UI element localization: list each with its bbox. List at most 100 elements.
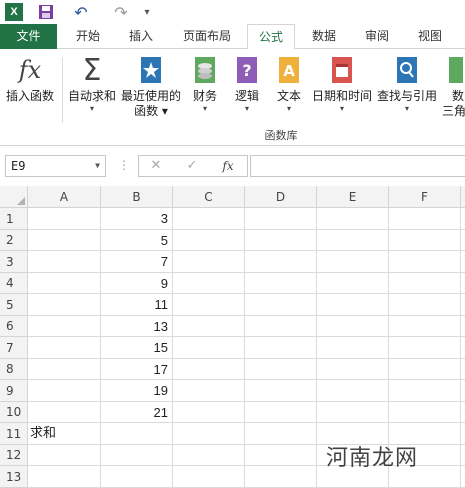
cell-a8[interactable]: [28, 359, 101, 380]
insert-function-icon[interactable]: fx: [215, 157, 241, 175]
cell-d5[interactable]: [245, 294, 317, 316]
cell-b1[interactable]: 3: [101, 208, 173, 230]
select-all-button[interactable]: [0, 186, 28, 208]
column-header-b[interactable]: B: [101, 186, 173, 208]
cell-a3[interactable]: [28, 251, 101, 273]
autosum-button[interactable]: Σ 自动求和 ▾: [66, 53, 118, 131]
cell-g3[interactable]: [461, 251, 465, 273]
math-trig-button[interactable]: 数 三角: [440, 55, 465, 131]
cell-c3[interactable]: [173, 251, 245, 273]
row-header[interactable]: 6: [0, 316, 28, 337]
row-header[interactable]: 13: [0, 466, 28, 488]
cell-e10[interactable]: [317, 402, 389, 423]
cell-g4[interactable]: [461, 273, 465, 294]
cell-c9[interactable]: [173, 380, 245, 402]
cell-a12[interactable]: [28, 445, 101, 466]
cell-f9[interactable]: [389, 380, 461, 402]
cell-c5[interactable]: [173, 294, 245, 316]
cell-b8[interactable]: 17: [101, 359, 173, 380]
cell-f2[interactable]: [389, 230, 461, 251]
cell-d10[interactable]: [245, 402, 317, 423]
cell-b3[interactable]: 7: [101, 251, 173, 273]
cell-f5[interactable]: [389, 294, 461, 316]
row-header[interactable]: 11: [0, 423, 28, 445]
cell-a11[interactable]: 求和: [28, 423, 101, 445]
logical-button[interactable]: ? 逻辑 ▾: [230, 55, 264, 131]
cell-e9[interactable]: [317, 380, 389, 402]
redo-icon[interactable]: ↷: [106, 2, 136, 22]
cell-a6[interactable]: [28, 316, 101, 337]
cell-d6[interactable]: [245, 316, 317, 337]
cell-a9[interactable]: [28, 380, 101, 402]
customize-qat-icon[interactable]: ▾: [140, 2, 154, 22]
cell-a4[interactable]: [28, 273, 101, 294]
cell-b5[interactable]: 11: [101, 294, 173, 316]
cell-f10[interactable]: [389, 402, 461, 423]
cell-e4[interactable]: [317, 273, 389, 294]
cell-c1[interactable]: [173, 208, 245, 230]
cell-e8[interactable]: [317, 359, 389, 380]
enter-icon[interactable]: ✓: [179, 157, 205, 175]
recently-used-button[interactable]: 最近使用的 函数 ▾: [120, 55, 182, 131]
cell-d3[interactable]: [245, 251, 317, 273]
text-button[interactable]: A 文本 ▾: [272, 55, 306, 131]
tab-review[interactable]: 审阅: [353, 24, 401, 49]
cell-e2[interactable]: [317, 230, 389, 251]
cell-b7[interactable]: 15: [101, 337, 173, 359]
cell-c6[interactable]: [173, 316, 245, 337]
cell-g1[interactable]: [461, 208, 465, 230]
cell-f6[interactable]: [389, 316, 461, 337]
cell-f4[interactable]: [389, 273, 461, 294]
column-header-g[interactable]: [461, 186, 465, 208]
cell-e5[interactable]: [317, 294, 389, 316]
cell-a10[interactable]: [28, 402, 101, 423]
cell-a13[interactable]: [28, 466, 101, 488]
cell-g13[interactable]: [461, 466, 465, 488]
save-icon[interactable]: [36, 2, 56, 22]
cell-a5[interactable]: [28, 294, 101, 316]
chevron-down-icon[interactable]: ▼: [95, 156, 100, 176]
cell-a1[interactable]: [28, 208, 101, 230]
cell-c10[interactable]: [173, 402, 245, 423]
column-header-d[interactable]: D: [245, 186, 317, 208]
cell-c4[interactable]: [173, 273, 245, 294]
tab-view[interactable]: 视图: [406, 24, 454, 49]
tab-file[interactable]: 文件: [0, 24, 57, 49]
cell-d7[interactable]: [245, 337, 317, 359]
cell-d1[interactable]: [245, 208, 317, 230]
tab-insert[interactable]: 插入: [118, 24, 164, 49]
cell-e7[interactable]: [317, 337, 389, 359]
column-header-f[interactable]: F: [389, 186, 461, 208]
undo-icon[interactable]: ↶: [66, 2, 96, 22]
cell-g11[interactable]: [461, 423, 465, 445]
date-time-button[interactable]: 日期和时间 ▾: [310, 55, 374, 131]
cell-g5[interactable]: [461, 294, 465, 316]
financial-button[interactable]: 财务 ▾: [188, 55, 222, 131]
cell-b9[interactable]: 19: [101, 380, 173, 402]
row-header[interactable]: 2: [0, 230, 28, 251]
cell-f1[interactable]: [389, 208, 461, 230]
cell-g10[interactable]: [461, 402, 465, 423]
tab-formulas[interactable]: 公式: [247, 24, 295, 50]
cell-d11[interactable]: [245, 423, 317, 445]
cell-b13[interactable]: [101, 466, 173, 488]
row-header[interactable]: 9: [0, 380, 28, 402]
row-header[interactable]: 12: [0, 445, 28, 466]
cell-c13[interactable]: [173, 466, 245, 488]
resize-handle[interactable]: ⋮: [118, 158, 130, 172]
cell-b6[interactable]: 13: [101, 316, 173, 337]
cell-c12[interactable]: [173, 445, 245, 466]
name-box[interactable]: E9 ▼: [5, 155, 106, 177]
cell-f7[interactable]: [389, 337, 461, 359]
cell-f3[interactable]: [389, 251, 461, 273]
cell-g2[interactable]: [461, 230, 465, 251]
cell-c2[interactable]: [173, 230, 245, 251]
row-header[interactable]: 7: [0, 337, 28, 359]
cell-e6[interactable]: [317, 316, 389, 337]
formula-input[interactable]: [250, 155, 465, 177]
cell-d12[interactable]: [245, 445, 317, 466]
tab-home[interactable]: 开始: [62, 24, 114, 49]
cell-b11[interactable]: [101, 423, 173, 445]
column-header-a[interactable]: A: [28, 186, 101, 208]
cell-g7[interactable]: [461, 337, 465, 359]
